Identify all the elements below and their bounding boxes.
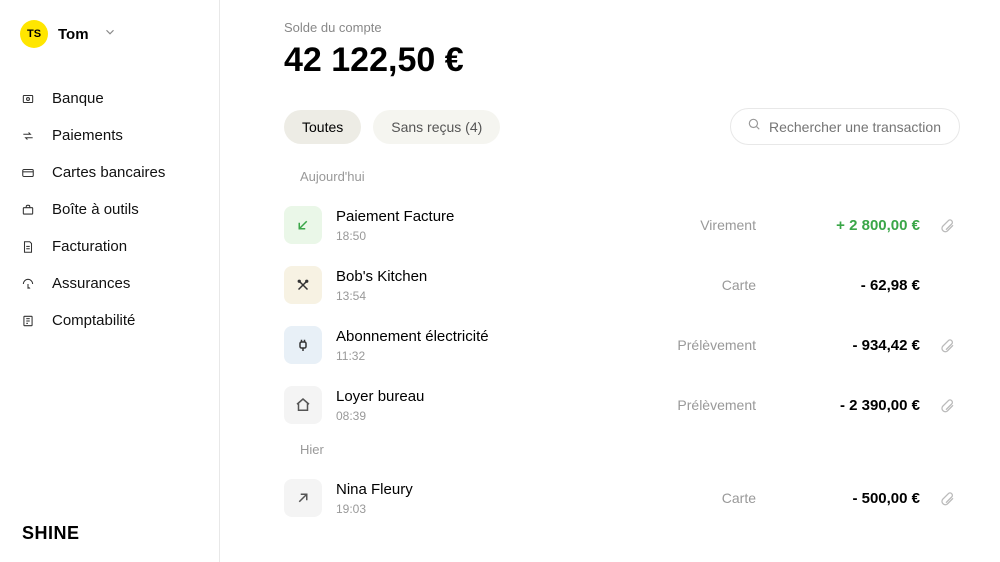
attachment-icon[interactable] [934, 490, 960, 506]
nav-item-accounting[interactable]: Comptabilité [20, 304, 219, 337]
nav-item-label: Banque [52, 90, 104, 107]
transaction-type: Virement [700, 217, 756, 233]
nav-item-toolbox[interactable]: Boîte à outils [20, 193, 219, 226]
nav-item-insurance[interactable]: Assurances [20, 267, 219, 300]
transaction-row[interactable]: Paiement Facture 18:50 Virement + 2 800,00 … [284, 196, 960, 254]
brand-logo: SHINE [22, 523, 80, 544]
transaction-type: Carte [722, 490, 756, 506]
transaction-time: 13:54 [336, 289, 708, 303]
nav-item-cards[interactable]: Cartes bancaires [20, 156, 219, 189]
arrow-in-icon [284, 206, 322, 244]
transaction-title: Abonnement électricité [336, 328, 663, 345]
house-icon [284, 386, 322, 424]
filter-all[interactable]: Toutes [284, 110, 361, 144]
attachment-icon[interactable] [934, 217, 960, 233]
group-header: Hier [300, 442, 960, 457]
transaction-type: Prélèvement [677, 337, 756, 353]
payments-icon [20, 128, 36, 144]
bank-icon [20, 91, 36, 107]
transaction-amount: - 2 390,00 € [810, 397, 920, 414]
transaction-amount: - 934,42 € [810, 337, 920, 354]
nav-item-payments[interactable]: Paiements [20, 119, 219, 152]
nav-item-label: Cartes bancaires [52, 164, 165, 181]
transaction-type: Carte [722, 277, 756, 293]
arrow-out-icon [284, 479, 322, 517]
search-icon [747, 117, 761, 136]
transaction-list: Aujourd'hui Paiement Facture 18:50 Virement… [284, 169, 960, 527]
toolbox-icon [20, 202, 36, 218]
balance-label: Solde du compte [284, 20, 960, 35]
nav-item-label: Assurances [52, 275, 130, 292]
cards-icon [20, 165, 36, 181]
attachment-icon[interactable] [934, 337, 960, 353]
transaction-row[interactable]: Loyer bureau 08:39 Prélèvement - 2 390,00 € [284, 376, 960, 434]
transaction-row[interactable]: Bob's Kitchen 13:54 Carte - 62,98 € [284, 256, 960, 314]
nav-item-invoicing[interactable]: Facturation [20, 230, 219, 263]
invoicing-icon [20, 239, 36, 255]
group-header: Aujourd'hui [300, 169, 960, 184]
toolbar: Toutes Sans reçus (4) [284, 108, 960, 145]
transaction-time: 19:03 [336, 502, 708, 516]
search-box[interactable] [730, 108, 960, 145]
transaction-type: Prélèvement [677, 397, 756, 413]
nav: Banque Paiements Cartes bancaires Boîte à o… [20, 82, 219, 337]
plug-icon [284, 326, 322, 364]
nav-item-label: Comptabilité [52, 312, 135, 329]
transaction-title: Loyer bureau [336, 388, 663, 405]
nav-item-label: Paiements [52, 127, 123, 144]
transaction-row[interactable]: Nina Fleury 19:03 Carte - 500,00 € [284, 469, 960, 527]
balance-amount: 42 122,50 € [284, 41, 960, 80]
nav-item-label: Boîte à outils [52, 201, 139, 218]
transaction-time: 18:50 [336, 229, 686, 243]
transaction-row[interactable]: Abonnement électricité 11:32 Prélèvement - … [284, 316, 960, 374]
transaction-time: 08:39 [336, 409, 663, 423]
transaction-time: 11:32 [336, 349, 663, 363]
insurance-icon [20, 276, 36, 292]
transaction-amount: - 62,98 € [810, 277, 920, 294]
transaction-title: Nina Fleury [336, 481, 708, 498]
transaction-amount: - 500,00 € [810, 490, 920, 507]
sidebar: TS Tom Banque Paiements Cartes bancaires Bo… [0, 0, 220, 562]
nav-item-label: Facturation [52, 238, 127, 255]
accounting-icon [20, 313, 36, 329]
nav-item-bank[interactable]: Banque [20, 82, 219, 115]
transaction-title: Paiement Facture [336, 208, 686, 225]
transaction-title: Bob's Kitchen [336, 268, 708, 285]
account-switcher[interactable]: TS Tom [20, 20, 219, 48]
attachment-icon[interactable] [934, 397, 960, 413]
transaction-amount: + 2 800,00 € [810, 217, 920, 234]
search-input[interactable] [769, 119, 943, 135]
filter-no-receipt[interactable]: Sans reçus (4) [373, 110, 500, 144]
account-name: Tom [58, 26, 89, 43]
avatar: TS [20, 20, 48, 48]
food-icon [284, 266, 322, 304]
chevron-down-icon [103, 25, 117, 44]
main-content: Solde du compte 42 122,50 € Toutes Sans … [220, 0, 1000, 562]
